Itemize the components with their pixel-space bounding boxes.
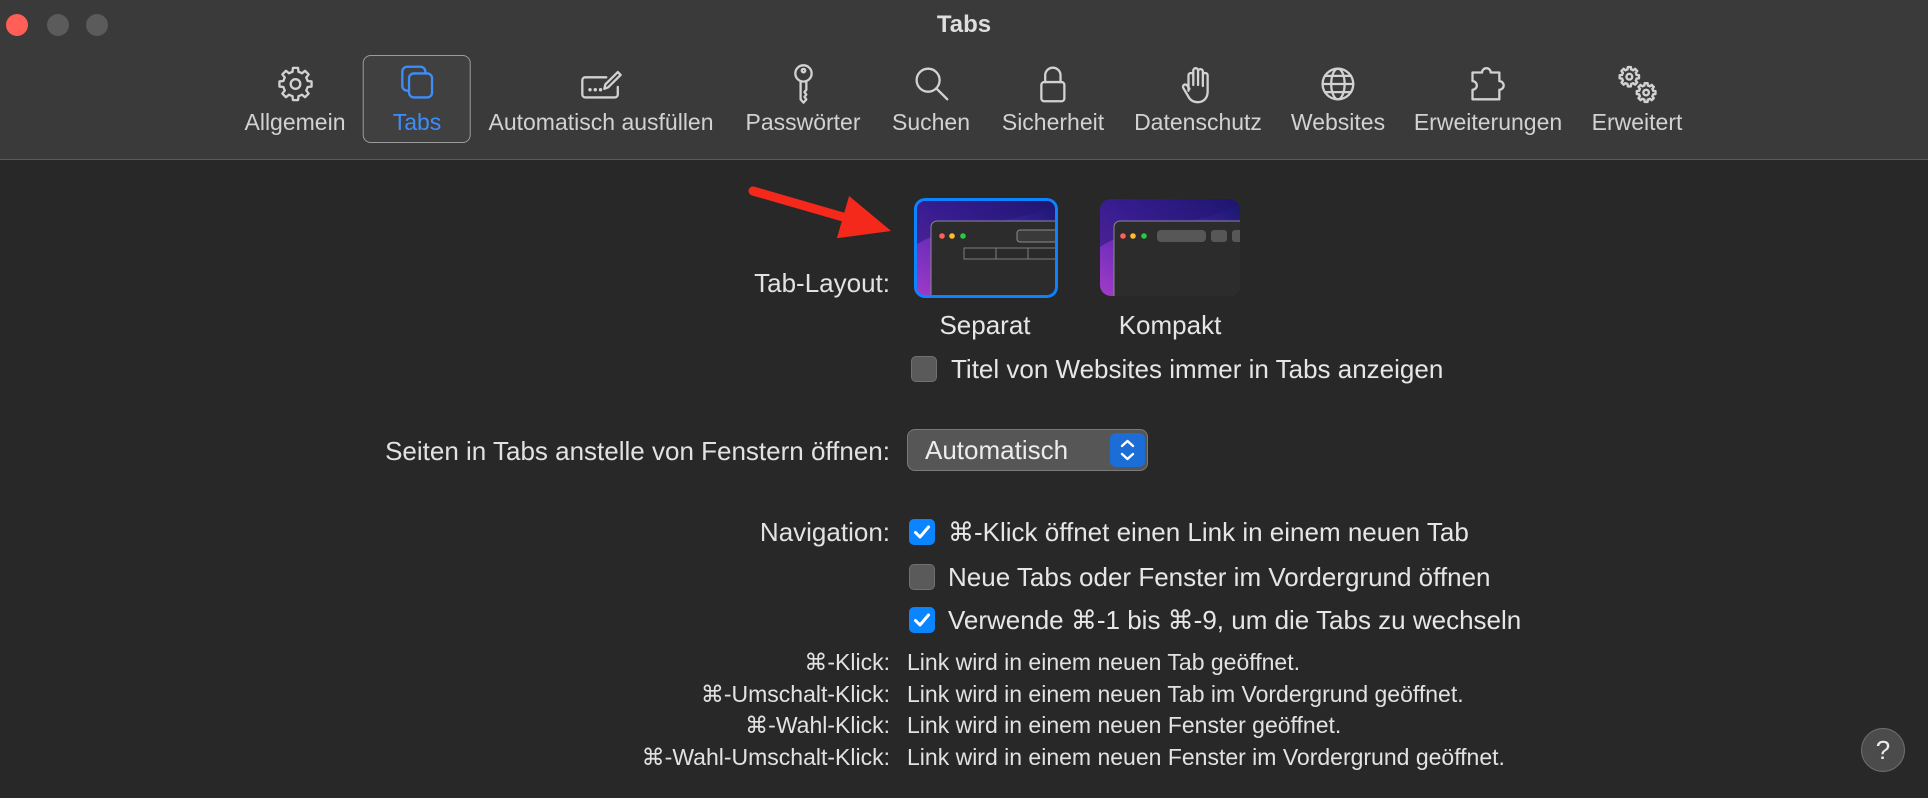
cmd-click-new-tab-label: ⌘-Klick öffnet einen Link in einem neuen… <box>948 517 1469 547</box>
window-title: Tabs <box>936 11 992 38</box>
tab-layout-label: Tab-Layout: <box>754 268 890 298</box>
open-in-foreground-checkbox[interactable] <box>909 564 935 590</box>
shortcut-description: Link wird in einem neuen Tab geöffnet. <box>907 649 1300 675</box>
shortcut-key: ⌘-Klick: <box>804 649 890 675</box>
shortcut-description: Link wird in einem neuen Tab im Vordergr… <box>907 681 1464 707</box>
always-show-titles-label: Titel von Websites immer in Tabs anzeige… <box>951 354 1444 384</box>
toolbar-item-autofill[interactable]: Automatisch ausfüllen <box>488 61 714 135</box>
open-in-foreground-label: Neue Tabs oder Fenster im Vordergrund öf… <box>948 562 1491 592</box>
open-pages-select-value: Automatisch <box>925 435 1069 465</box>
toolbar-item-label: Automatisch ausfüllen <box>488 109 714 135</box>
help-icon: ? <box>1875 735 1891 765</box>
shortcut-key: ⌘-Wahl-Klick: <box>745 712 890 738</box>
separate-layout-preview <box>914 198 1058 298</box>
chevron-up-down-icon <box>1110 433 1145 467</box>
checkmark-icon <box>914 525 930 539</box>
navigation-label: Navigation: <box>759 517 890 547</box>
annotation-arrow <box>748 186 891 239</box>
always-show-titles-checkbox[interactable] <box>911 356 937 382</box>
checkmark-icon <box>914 613 930 627</box>
toolbar-item-extensions[interactable]: Erweiterungen <box>1414 61 1562 135</box>
window-toolbar: Tabs Allgemein Tabs Automatisch ausfülle… <box>0 0 1928 160</box>
tab-layout-option-separate[interactable] <box>914 198 1058 298</box>
toolbar-item-label: Erweitert <box>1591 109 1683 135</box>
hand-icon <box>1181 67 1209 104</box>
gear-icon <box>277 66 313 102</box>
toolbar-item-search[interactable]: Suchen <box>892 61 970 135</box>
puzzle-icon <box>1471 67 1505 101</box>
toolbar-item-label: Allgemein <box>244 109 346 135</box>
toolbar-item-advanced[interactable]: Erweitert <box>1591 61 1683 135</box>
toolbar-item-label: Tabs <box>392 109 442 135</box>
shortcut-key: ⌘-Wahl-Umschalt-Klick: <box>641 744 890 770</box>
search-icon <box>915 67 949 101</box>
toolbar-item-label: Websites <box>1290 109 1386 135</box>
toolbar-item-tabs[interactable]: Tabs <box>392 61 442 135</box>
cmd-click-new-tab-checkbox[interactable] <box>909 519 935 545</box>
compact-layout-preview <box>1100 199 1240 296</box>
shortcut-key: ⌘-Umschalt-Klick: <box>700 681 890 707</box>
toolbar-item-general[interactable]: Allgemein <box>245 61 346 135</box>
open-pages-label: Seiten in Tabs anstelle von Fenstern öff… <box>385 436 890 466</box>
autofill-icon <box>580 70 622 99</box>
toolbar-item-label: Erweiterungen <box>1413 109 1563 135</box>
open-pages-select[interactable]: Automatisch <box>907 429 1148 471</box>
tab-layout-option-compact[interactable] <box>1100 199 1240 296</box>
toolbar-item-label: Suchen <box>891 109 971 135</box>
tabs-icon <box>401 65 434 99</box>
cmd-number-switch-tabs-label: Verwende ⌘-1 bis ⌘-9, um die Tabs zu wec… <box>948 605 1522 635</box>
separate-option-label: Separat <box>939 310 1031 340</box>
gears-icon <box>1614 61 1660 107</box>
key-icon <box>793 64 813 104</box>
toolbar-item-security[interactable]: Sicherheit <box>1002 61 1104 135</box>
cmd-number-switch-tabs-checkbox[interactable] <box>909 607 935 633</box>
toolbar-item-label: Passwörter <box>745 109 861 135</box>
shortcut-description: Link wird in einem neuen Fenster im Vord… <box>907 744 1505 770</box>
toolbar-item-label: Sicherheit <box>1001 109 1105 135</box>
globe-icon <box>1321 67 1355 101</box>
toolbar-item-passwords[interactable]: Passwörter <box>745 61 861 135</box>
toolbar-item-websites[interactable]: Websites <box>1291 61 1385 135</box>
toolbar-item-label: Datenschutz <box>1134 109 1262 135</box>
lock-icon <box>1040 66 1066 103</box>
toolbar-item-privacy[interactable]: Datenschutz <box>1134 61 1262 135</box>
shortcut-description: Link wird in einem neuen Fenster geöffne… <box>907 712 1342 738</box>
help-button[interactable]: ? <box>1861 728 1905 772</box>
compact-option-label: Kompakt <box>1118 310 1222 340</box>
